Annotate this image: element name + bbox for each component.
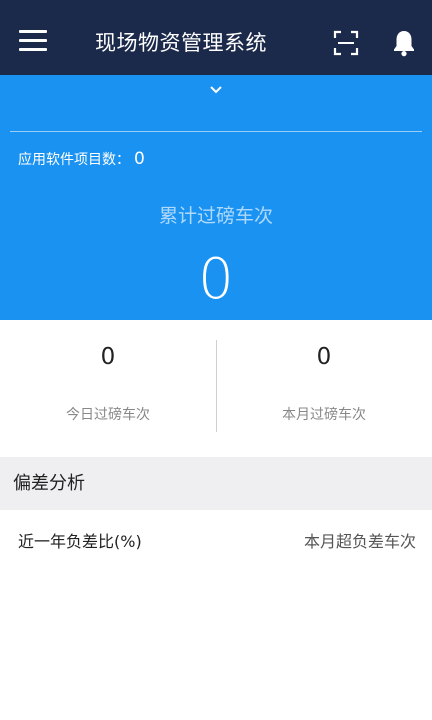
month-weighing-label: 本月过磅车次 <box>282 407 366 423</box>
month-weighing-value: 0 <box>316 344 332 370</box>
summary-panel: 应用软件项目数： 0 累计过磅车次 0 <box>0 75 432 320</box>
project-count-value: 0 <box>134 149 145 169</box>
scan-icon[interactable] <box>333 30 359 56</box>
monthly-over-negative-label: 本月超负差车次 <box>303 532 416 551</box>
divider <box>10 131 422 132</box>
project-count-label: 应用软件项目数： <box>18 152 130 168</box>
today-weighing-value: 0 <box>100 344 116 370</box>
deviation-section-header: 偏差分析 <box>0 457 432 510</box>
yearly-negative-ratio-label: 近一年负差比(%) <box>18 532 142 551</box>
project-count: 应用软件项目数： 0 <box>18 148 145 171</box>
month-weighing-stat[interactable]: 0 本月过磅车次 <box>216 320 432 457</box>
app-title: 现场物资管理系统 <box>95 31 267 55</box>
total-weighing-value: 0 <box>198 247 234 312</box>
section-title: 偏差分析 <box>13 473 85 494</box>
app-bar: 现场物资管理系统 <box>0 0 432 75</box>
menu-icon[interactable] <box>19 30 47 52</box>
today-weighing-stat[interactable]: 0 今日过磅车次 <box>0 320 216 457</box>
today-weighing-label: 今日过磅车次 <box>66 407 150 423</box>
total-weighing-label: 累计过磅车次 <box>158 205 273 227</box>
deviation-row[interactable]: 近一年负差比(%) 本月超负差车次 <box>0 510 432 570</box>
stats-row: 0 今日过磅车次 0 本月过磅车次 <box>0 320 432 457</box>
chevron-down-icon[interactable] <box>206 81 226 94</box>
bell-icon[interactable] <box>392 29 416 57</box>
